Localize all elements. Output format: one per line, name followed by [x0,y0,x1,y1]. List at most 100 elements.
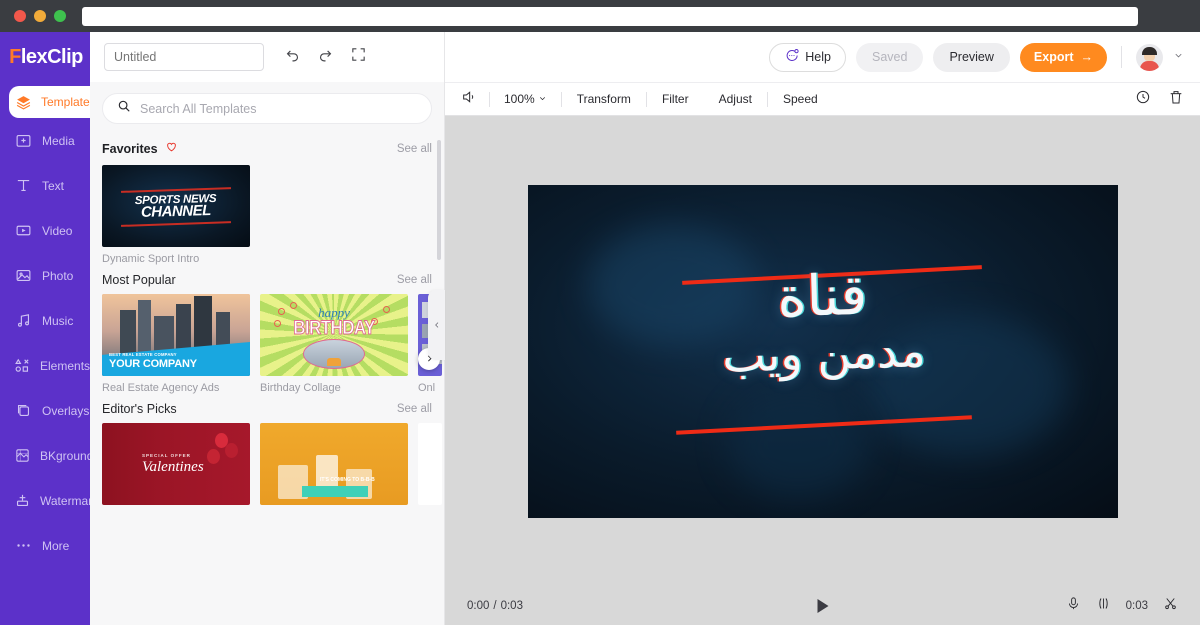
see-all-link-editors-picks[interactable]: See all [397,403,432,415]
thumb-text-big: YOUR COMPANY [109,358,197,370]
zoom-level-dropdown[interactable]: 100% [490,92,561,106]
section-header-favorites: Favorites See all [102,140,432,158]
flexclip-logo[interactable]: FlexClip [0,32,90,82]
thumb-text-small: BEST REAL ESTATE COMPANY [109,352,177,357]
logo-rest: lexClip [20,45,84,68]
clip-edit-toolbar: 100% Transform Filter Adjust Speed [445,82,1200,116]
minimize-window-button[interactable] [34,10,46,22]
heart-icon[interactable] [165,140,178,158]
template-card[interactable]: SPECIAL OFFER Valentines [102,423,250,505]
sidebar-item-text[interactable]: Text [0,163,90,208]
panel-scrollbar[interactable] [437,140,441,260]
main-area: Help Saved Preview Export → 100% Transfo… [445,32,1200,625]
tab-filter[interactable]: Filter [647,92,704,106]
url-bar[interactable] [82,6,1138,26]
section-header-editors-picks: Editor's Picks See all [102,402,432,416]
chevron-down-icon[interactable] [1173,48,1184,66]
current-time: 0:00 [467,600,490,612]
section-header-most-popular: Most Popular See all [102,273,432,287]
background-icon [14,446,31,465]
help-label: Help [805,50,831,64]
fullscreen-icon[interactable] [350,46,367,68]
browser-chrome [0,0,1200,32]
template-thumbnail: SPECIAL OFFER Valentines [102,423,250,505]
template-thumbnail: BEST REAL ESTATE COMPANY YOUR COMPANY [102,294,250,376]
template-caption: Dynamic Sport Intro [102,253,200,265]
split-icon[interactable] [1096,596,1111,616]
sidebar-item-media[interactable]: Media [0,118,90,163]
template-card[interactable]: happy BIRTHDAY Birthday Collage [260,294,408,394]
canvas-text-block[interactable]: قناة مدمن ويب [528,261,1118,387]
sidebar-item-elements[interactable]: Elements [0,343,90,388]
sidebar-item-label: Media [42,133,75,148]
video-canvas[interactable]: قناة مدمن ويب [527,185,1118,518]
sidebar-item-label: Video [42,223,73,238]
sidebar-item-label: Music [42,313,74,328]
template-card[interactable]: SPORTS NEWS CHANNEL Dynamic Sport Intro [102,165,250,265]
close-window-button[interactable] [14,10,26,22]
window-traffic-lights [10,10,66,22]
tab-speed[interactable]: Speed [768,92,833,106]
templates-panel: Search All Templates Favorites See all [90,32,445,625]
play-button[interactable] [817,599,828,613]
search-icon [117,99,131,118]
template-row-most-popular: BEST REAL ESTATE COMPANY YOUR COMPANY Re… [102,294,442,394]
time-separator: / [493,600,497,612]
logo-f: F [9,45,21,68]
redo-icon[interactable] [317,46,334,68]
help-button[interactable]: Help [769,42,846,72]
music-icon [14,311,33,330]
project-title-input[interactable] [104,43,264,71]
sidebar-item-overlays[interactable]: Overlays [0,388,90,433]
sidebar-item-label: BKground [40,448,94,463]
toolbar-divider [1121,46,1122,68]
sidebar-item-templates[interactable]: Templates [9,86,96,118]
collapse-panel-button[interactable] [428,290,445,360]
see-all-link-most-popular[interactable]: See all [397,274,432,286]
export-label: Export [1033,50,1074,64]
sidebar-item-label: Overlays [42,403,90,418]
template-caption: Onl [418,382,436,394]
template-thumbnail: IT'S COMING TO B-B-B [260,423,408,505]
see-all-link-favorites[interactable]: See all [397,143,432,155]
overlays-icon [14,401,33,420]
sidebar-item-photo[interactable]: Photo [0,253,90,298]
template-caption: Birthday Collage [260,382,341,394]
thumb-text-line2: CHANNEL [140,202,212,221]
chat-help-icon [784,48,799,66]
preview-button[interactable]: Preview [933,42,1010,72]
trash-icon[interactable] [1168,89,1184,110]
template-card[interactable]: IT'S COMING TO B-B-B [260,423,408,505]
tab-adjust[interactable]: Adjust [704,92,767,106]
player-controls: 0:00 / 0:03 0:03 [445,587,1200,625]
more-dots-icon [14,536,33,555]
photo-icon [14,266,33,285]
maximize-window-button[interactable] [54,10,66,22]
templates-scroll-area[interactable]: Favorites See all SPORTS NEWS CHANNEL Dy… [90,132,444,625]
search-area: Search All Templates [90,82,444,132]
preview-label: Preview [949,50,994,64]
template-thumbnail: SPORTS NEWS CHANNEL [102,165,250,247]
chevron-down-icon [538,92,547,106]
sidebar-item-watermark[interactable]: Watermark [0,478,98,523]
avatar[interactable] [1136,43,1163,71]
scissors-icon[interactable] [1163,596,1178,616]
sidebar-item-more[interactable]: More [0,523,90,568]
clock-history-icon[interactable] [1135,89,1151,110]
template-card[interactable] [418,423,442,505]
microphone-icon[interactable] [1066,596,1081,616]
saved-status: Saved [855,42,924,72]
undo-icon[interactable] [284,46,301,68]
sidebar-item-bkground[interactable]: BKground [0,433,94,478]
sidebar-item-music[interactable]: Music [0,298,90,343]
sidebar-item-video[interactable]: Video [0,208,90,253]
section-title: Most Popular [102,273,176,287]
tab-transform[interactable]: Transform [562,92,646,106]
media-folder-icon [14,131,33,150]
search-input[interactable]: Search All Templates [102,93,432,124]
export-button[interactable]: Export → [1019,42,1107,72]
total-time: 0:03 [500,600,523,612]
template-card[interactable]: BEST REAL ESTATE COMPANY YOUR COMPANY Re… [102,294,250,394]
volume-icon[interactable] [461,89,477,110]
section-title: Editor's Picks [102,402,177,416]
